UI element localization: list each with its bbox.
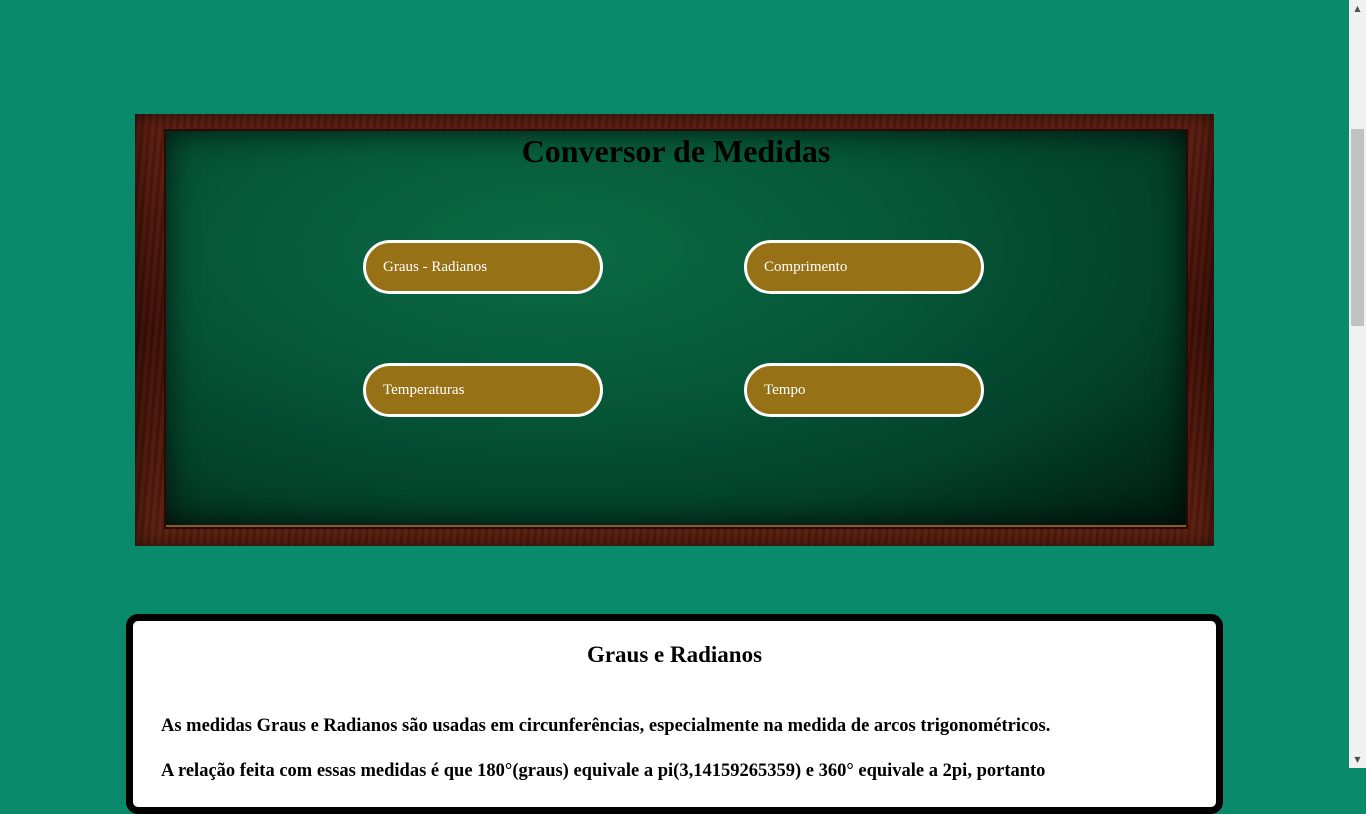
comprimento-button[interactable]: Comprimento [744, 240, 984, 294]
graus-radianos-button[interactable]: Graus - Radianos [363, 240, 603, 294]
vertical-scrollbar[interactable]: ▲ ▼ [1349, 0, 1366, 768]
scroll-down-icon[interactable]: ▼ [1349, 751, 1366, 768]
temperaturas-button[interactable]: Temperaturas [363, 363, 603, 417]
info-paragraph: As medidas Graus e Radianos são usadas e… [161, 716, 1051, 736]
info-title: Graus e Radianos [586, 642, 763, 667]
scroll-thumb[interactable] [1351, 129, 1364, 326]
tempo-button[interactable]: Tempo [744, 363, 984, 417]
page-title: Conversor de Medidas [521, 133, 831, 169]
info-card: Graus e Radianos As medidas Graus e Radi… [126, 614, 1223, 814]
info-paragraph: A relação feita com essas medidas é que … [161, 761, 1046, 781]
chalkboard: Conversor de Medidas Graus - Radianos Co… [166, 131, 1186, 527]
scroll-up-icon[interactable]: ▲ [1349, 0, 1366, 17]
chalkboard-frame: Conversor de Medidas Graus - Radianos Co… [135, 114, 1214, 546]
